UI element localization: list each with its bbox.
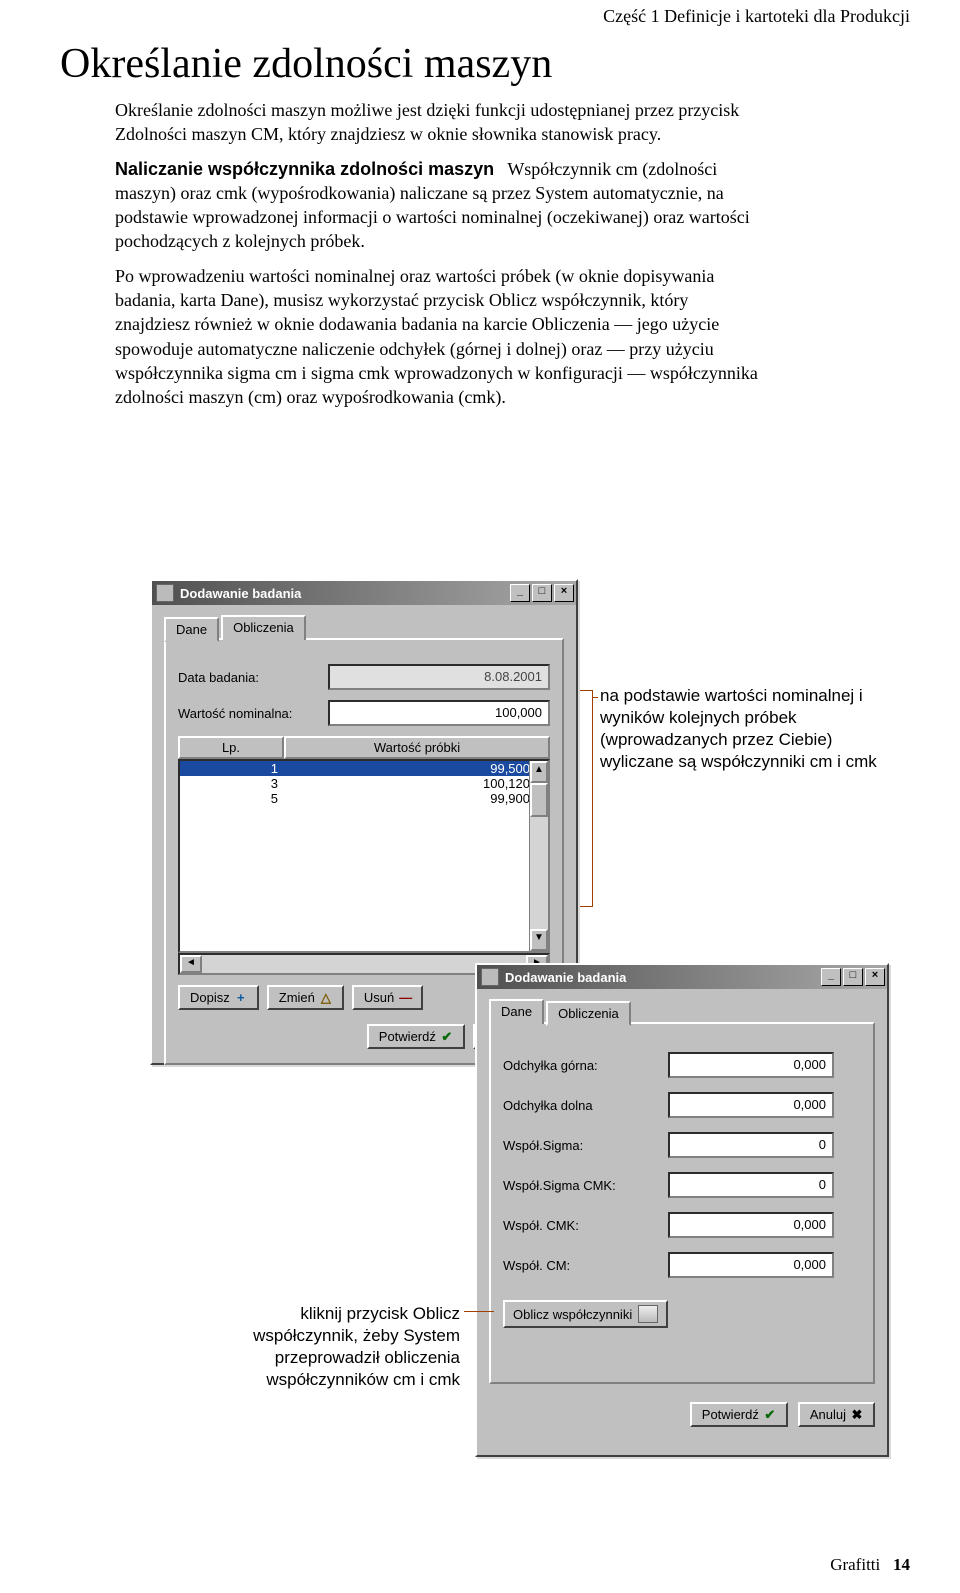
window-title: Dodawanie badania: [505, 970, 819, 985]
tab-obliczenia-label: Obliczenia: [558, 1006, 619, 1021]
maximize-button[interactable]: □: [532, 584, 552, 602]
button-label: Usuń: [364, 990, 394, 1005]
field-wartosc-nominalna[interactable]: 100,000: [328, 700, 550, 726]
annotation-right: na podstawie wartości nominalnej i wynik…: [600, 685, 900, 773]
maximize-button[interactable]: □: [843, 968, 863, 986]
dopisz-button[interactable]: Dopisz +: [178, 985, 259, 1010]
samples-list[interactable]: 1 99,500 3 100,120 5 99,900 ▲: [178, 759, 550, 953]
cell-lp: 1: [180, 761, 286, 776]
usun-button[interactable]: Usuń —: [352, 985, 423, 1010]
section-paragraph-1: Naliczanie współczynnika zdolności maszy…: [115, 157, 760, 254]
field-wspol-sigma-cmk[interactable]: 0: [668, 1172, 834, 1198]
app-icon: [481, 968, 499, 986]
cell-value: 99,500: [286, 761, 548, 776]
button-label: Anuluj: [810, 1407, 846, 1422]
label-wartosc-nominalna: Wartość nominalna:: [178, 706, 328, 721]
cell-value: 100,120: [286, 776, 548, 791]
check-icon: ✔: [441, 1031, 453, 1043]
titlebar[interactable]: Dodawanie badania _ □ ×: [152, 581, 576, 605]
label-wspol-cmk: Współ. CMK:: [503, 1218, 668, 1233]
minimize-button[interactable]: _: [510, 584, 530, 602]
tab-dane-label: Dane: [176, 622, 207, 637]
button-label: Zmień: [279, 990, 315, 1005]
button-label: Potwierdź: [702, 1407, 759, 1422]
field-wspol-cm[interactable]: 0,000: [668, 1252, 834, 1278]
section-paragraph-2: Po wprowadzeniu wartości nominalnej oraz…: [115, 264, 760, 410]
field-odchylka-gorna[interactable]: 0,000: [668, 1052, 834, 1078]
page-number: 14: [893, 1555, 910, 1574]
tab-dane[interactable]: Dane: [164, 617, 219, 642]
field-data-badania[interactable]: 8.08.2001: [328, 664, 550, 690]
table-row[interactable]: 5 99,900: [180, 791, 548, 806]
table-row[interactable]: 1 99,500: [180, 761, 548, 776]
oblicz-wspolczynniki-button[interactable]: Oblicz współczynniki: [503, 1300, 668, 1328]
tab-obliczenia[interactable]: Obliczenia: [546, 1001, 631, 1026]
label-data-badania: Data badania:: [178, 670, 328, 685]
potwierdz-button[interactable]: Potwierdź ✔: [690, 1402, 788, 1427]
label-odchylka-dolna: Odchyłka dolna: [503, 1098, 668, 1113]
field-wspol-cmk[interactable]: 0,000: [668, 1212, 834, 1238]
label-wspol-sigma: Współ.Sigma:: [503, 1138, 668, 1153]
cell-value: 99,900: [286, 791, 548, 806]
vertical-scrollbar[interactable]: ▲ ▼: [529, 761, 548, 951]
anuluj-button[interactable]: Anuluj ✖: [798, 1402, 875, 1427]
table-header: Lp. Wartość próbki: [178, 736, 550, 759]
button-label: Potwierdź: [379, 1029, 436, 1044]
footer: Grafitti 14: [830, 1555, 910, 1575]
runin-heading: Naliczanie współczynnika zdolności maszy…: [115, 159, 494, 179]
table-row[interactable]: 3 100,120: [180, 776, 548, 791]
close-button[interactable]: ×: [865, 968, 885, 986]
label-odchylka-gorna: Odchyłka górna:: [503, 1058, 668, 1073]
annotation-line: [592, 697, 598, 698]
button-label: Oblicz współczynniki: [513, 1307, 632, 1322]
minimize-button[interactable]: _: [821, 968, 841, 986]
zmien-button[interactable]: Zmień △: [267, 985, 344, 1010]
page-title: Określanie zdolności maszyn: [60, 40, 760, 88]
annotation-left: kliknij przycisk Oblicz współczynnik, że…: [250, 1303, 460, 1391]
potwierdz-button[interactable]: Potwierdź ✔: [367, 1024, 465, 1049]
dialog-obliczenia: Dodawanie badania _ □ × Dane Obliczenia …: [475, 963, 889, 1457]
tab-obliczenia[interactable]: Obliczenia: [221, 615, 306, 640]
button-label: Dopisz: [190, 990, 230, 1005]
scroll-thumb[interactable]: [530, 783, 548, 817]
calculator-icon: [638, 1305, 658, 1323]
titlebar[interactable]: Dodawanie badania _ □ ×: [477, 965, 887, 989]
page-header: Część 1 Definicje i kartoteki dla Produk…: [603, 6, 910, 27]
scroll-up-icon[interactable]: ▲: [530, 761, 548, 783]
field-wspol-sigma[interactable]: 0: [668, 1132, 834, 1158]
label-wspol-sigma-cmk: Współ.Sigma CMK:: [503, 1178, 668, 1193]
tab-dane-label: Dane: [501, 1004, 532, 1019]
field-odchylka-dolna[interactable]: 0,000: [668, 1092, 834, 1118]
check-icon: ✔: [764, 1409, 776, 1421]
cell-lp: 3: [180, 776, 286, 791]
label-wspol-cm: Współ. CM:: [503, 1258, 668, 1273]
minus-icon: —: [399, 992, 411, 1004]
cancel-icon: ✖: [851, 1409, 863, 1421]
footer-text: Grafitti: [830, 1555, 880, 1574]
tab-obliczenia-label: Obliczenia: [233, 620, 294, 635]
window-title: Dodawanie badania: [180, 586, 508, 601]
tab-dane[interactable]: Dane: [489, 999, 544, 1024]
col-lp[interactable]: Lp.: [178, 736, 284, 759]
triangle-icon: △: [320, 992, 332, 1004]
app-icon: [156, 584, 174, 602]
col-wartosc-probki[interactable]: Wartość próbki: [284, 736, 550, 759]
scroll-left-icon[interactable]: ◄: [180, 955, 202, 973]
scroll-down-icon[interactable]: ▼: [530, 929, 548, 951]
close-button[interactable]: ×: [554, 584, 574, 602]
intro-paragraph: Określanie zdolności maszyn możliwe jest…: [115, 98, 760, 147]
annotation-line: [464, 1311, 494, 1312]
cell-lp: 5: [180, 791, 286, 806]
tab-panel-obliczenia: Odchyłka górna: 0,000 Odchyłka dolna 0,0…: [489, 1022, 875, 1384]
plus-icon: +: [235, 992, 247, 1004]
annotation-bracket: [580, 690, 593, 907]
